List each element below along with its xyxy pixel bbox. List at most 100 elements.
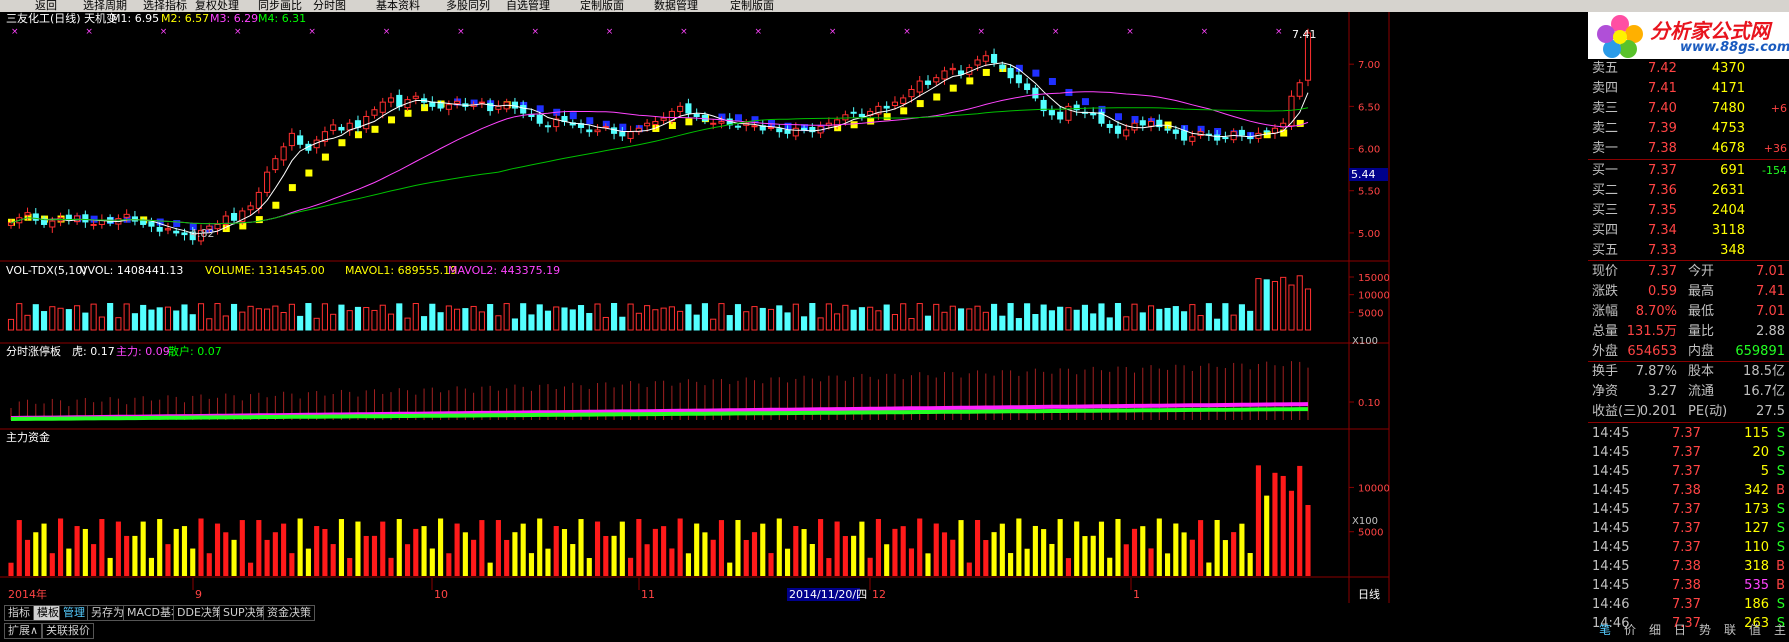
volume-bar (239, 311, 246, 331)
low-price-marker: 4.82 (190, 227, 215, 240)
volume-bar (206, 318, 213, 331)
side-tab[interactable]: 联 (1719, 620, 1741, 640)
tick-price: 7.38 (1672, 483, 1701, 498)
side-tab[interactable]: 值 (1744, 620, 1766, 640)
candle-body (644, 122, 651, 127)
stat-label: 最低 (1688, 304, 1715, 319)
candle-body (1007, 67, 1014, 79)
bottom-tab[interactable]: 指标 (4, 605, 34, 621)
volume-bar (16, 303, 23, 331)
volume-bar (156, 307, 163, 331)
candle-body (272, 158, 279, 171)
money-bar (768, 553, 774, 576)
menu-item[interactable]: 定制版面 (730, 0, 774, 12)
volume-bar (272, 305, 279, 331)
volume-bar (718, 303, 725, 331)
money-bar (264, 539, 270, 576)
candle-body (264, 171, 271, 193)
side-tab[interactable]: 价 (1619, 620, 1641, 640)
menu-item[interactable]: 数据管理 (654, 0, 698, 12)
volume-bar (40, 311, 48, 331)
bottom-tab[interactable]: 资金决策 (263, 605, 315, 621)
tick-time: 14:45 (1592, 445, 1630, 460)
side-tab[interactable]: 主 (1769, 620, 1789, 640)
volume-bar (520, 303, 527, 331)
volume-bar (82, 312, 89, 331)
bottom-tab[interactable]: 另存为 (87, 605, 128, 621)
volume-bar (288, 303, 295, 331)
money-bar (1098, 521, 1105, 576)
menu-item[interactable]: 定制版面 (580, 0, 624, 12)
candle-body (842, 114, 849, 121)
trend-block (933, 93, 941, 101)
stat-value: 0.59 (1648, 284, 1677, 299)
volume-bar (850, 309, 857, 331)
volume-bar (966, 308, 973, 331)
extension-tab[interactable]: 关联报价 (42, 623, 94, 639)
money-bar (958, 520, 964, 576)
money-bar (966, 562, 972, 576)
candle-body (454, 100, 461, 104)
money-bar (586, 558, 592, 576)
money-bar (272, 532, 278, 576)
side-tab[interactable]: 日 (1669, 620, 1691, 640)
ma3-line (10, 91, 1309, 225)
menu-item[interactable]: 返回 (35, 0, 57, 12)
menu-item[interactable]: 基本资料 (376, 0, 420, 12)
menu-item[interactable]: 分时图 (313, 0, 346, 12)
candle-body (767, 126, 775, 129)
menu-item[interactable]: 选择周期 (83, 0, 127, 12)
tick-volume: 127 (1744, 521, 1769, 536)
volume-bar (726, 315, 733, 331)
candle-body (1271, 127, 1279, 134)
money-bar (363, 535, 369, 576)
volume-bar (379, 304, 386, 331)
volume-bar (1114, 303, 1122, 331)
stat-value: 0.201 (1639, 404, 1677, 419)
money-bar (652, 528, 658, 576)
volume-bar (644, 305, 651, 331)
money-bar (115, 521, 121, 576)
volume-bar (668, 306, 675, 331)
volume-bar (1255, 278, 1262, 331)
side-tab[interactable]: 势 (1694, 620, 1716, 640)
volume-bar (1288, 284, 1295, 331)
signal-marker: × (234, 27, 242, 37)
money-bar (8, 562, 14, 576)
money-bar (239, 520, 245, 576)
menu-item[interactable]: 同步画比 (258, 0, 302, 12)
side-tab[interactable]: 细 (1644, 620, 1666, 640)
candle-body (660, 117, 667, 121)
menu-item[interactable]: 自选管理 (506, 0, 550, 12)
bottom-tab[interactable]: 管理 (59, 605, 89, 621)
volume-bar (1081, 304, 1089, 331)
extension-tab[interactable]: 扩展∧ (4, 623, 43, 639)
side-tab[interactable]: 笔 (1594, 620, 1616, 640)
money-bar (421, 526, 427, 576)
main-title: 三友化工(日线) 天机变 (6, 12, 117, 25)
menu-item[interactable]: 选择指标 (143, 0, 187, 12)
stat-label: 总量 (1592, 324, 1619, 339)
volume-bar (338, 304, 345, 331)
order-book-row: 买四 7.34 3118 (1588, 221, 1789, 241)
volume-bar (131, 313, 138, 331)
candle-body (1131, 122, 1138, 131)
volume-bar (189, 314, 196, 331)
money-bar (454, 523, 460, 576)
candle-body (214, 223, 221, 230)
money-bar (396, 519, 402, 576)
volume-bar (1189, 304, 1196, 331)
candle-body (891, 101, 899, 107)
volume-bar (1106, 317, 1113, 331)
menu-item[interactable]: 多股同列 (446, 0, 490, 12)
menu-item[interactable]: 复权处理 (195, 0, 239, 12)
money-bar (578, 519, 584, 576)
candle-body (1123, 129, 1130, 137)
trend-block (371, 125, 379, 133)
candle-body (1057, 111, 1064, 120)
money-bar (1255, 465, 1261, 576)
trend-block (1032, 69, 1040, 77)
order-change: -154 (1762, 164, 1787, 177)
candle-body (511, 101, 518, 109)
money-bar (148, 557, 155, 576)
